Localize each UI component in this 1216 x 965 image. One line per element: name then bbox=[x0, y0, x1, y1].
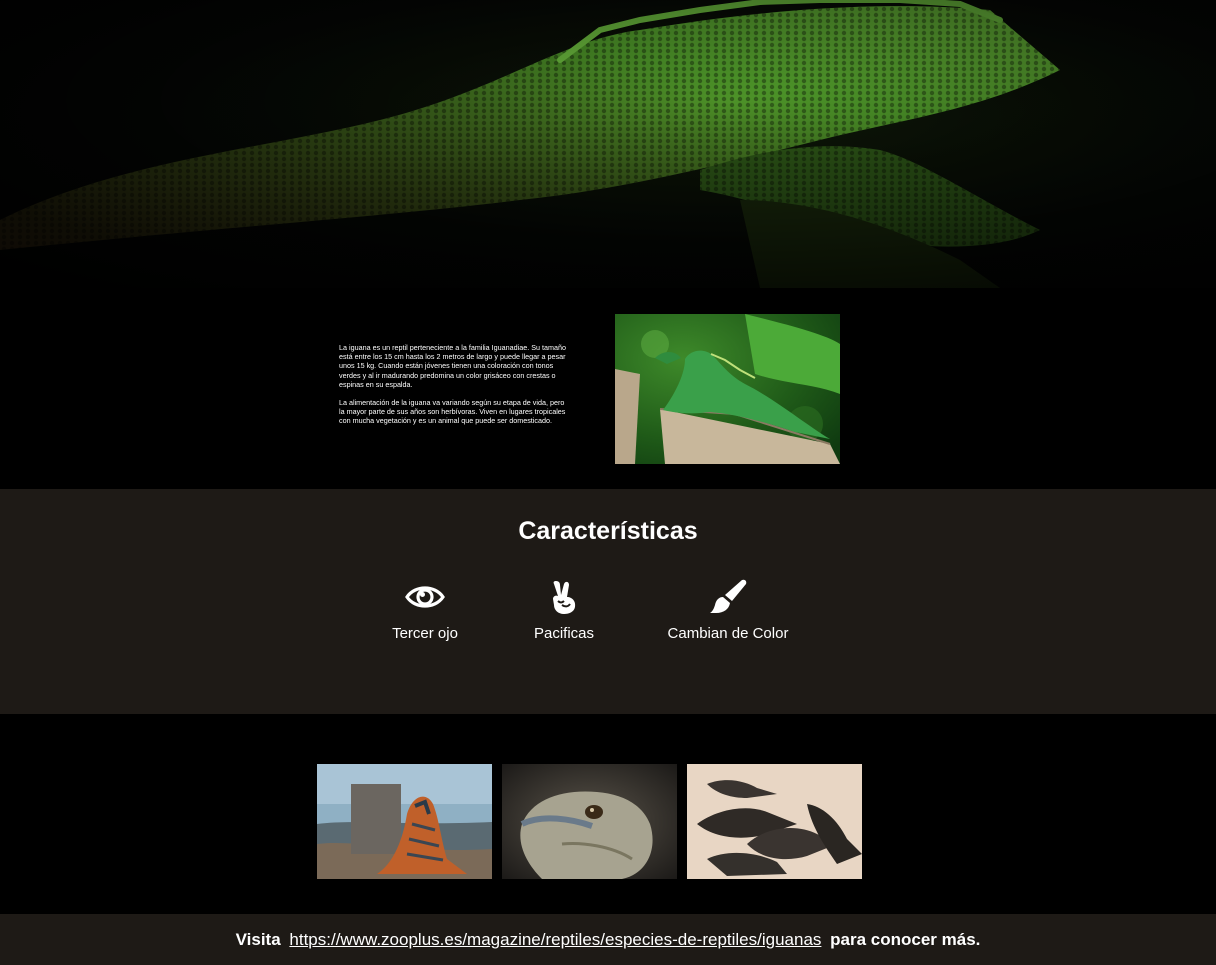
feature-label: Pacificas bbox=[533, 625, 595, 642]
zooplus-link[interactable]: https://www.zooplus.es/magazine/reptiles… bbox=[289, 930, 821, 949]
footer-suffix: para conocer más. bbox=[830, 930, 981, 949]
footer: Visita https://www.zooplus.es/magazine/r… bbox=[0, 914, 1216, 965]
hero-banner bbox=[0, 0, 1216, 288]
feature-peaceful: Pacificas bbox=[526, 579, 602, 642]
iguana-photo bbox=[615, 314, 840, 464]
gallery-section bbox=[0, 714, 1216, 914]
feature-label: Tercer ojo bbox=[392, 625, 458, 642]
gallery-image-marine-iguanas bbox=[687, 764, 862, 879]
features-title: Características bbox=[518, 517, 698, 545]
paint-brush-icon bbox=[710, 579, 747, 613]
eye-icon bbox=[405, 586, 445, 608]
intro-section: La iguana es un reptil perteneciente a l… bbox=[0, 288, 1216, 489]
intro-paragraph-2: La alimentación de la iguana va variando… bbox=[339, 398, 566, 426]
intro-text: La iguana es un reptil perteneciente a l… bbox=[339, 343, 567, 426]
gallery-image-iguana-head bbox=[502, 764, 677, 879]
footer-prefix: Visita bbox=[235, 930, 281, 949]
gallery-image-iguana-beach bbox=[317, 764, 492, 879]
intro-paragraph-1: La iguana es un reptil perteneciente a l… bbox=[339, 343, 566, 389]
feature-third-eye: Tercer ojo bbox=[385, 579, 465, 642]
feature-change-color: Cambian de Color bbox=[664, 579, 792, 642]
features-section: Características Tercer ojo Pacificas Cam… bbox=[0, 489, 1216, 714]
peace-hand-icon bbox=[553, 581, 576, 614]
feature-label: Cambian de Color bbox=[667, 625, 789, 642]
hero-iguana-image bbox=[0, 0, 1216, 288]
